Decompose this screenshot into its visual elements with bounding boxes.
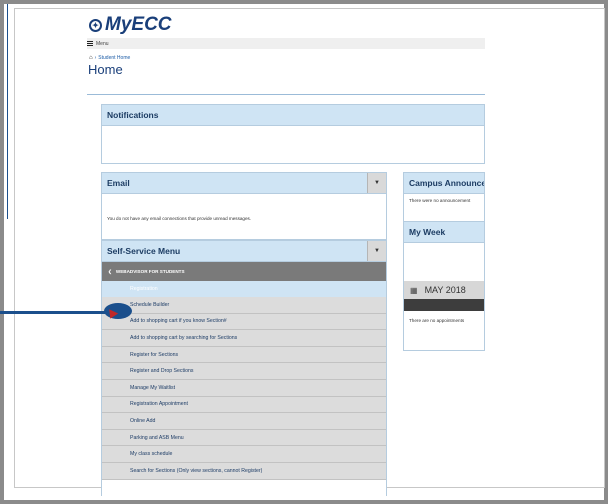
- calendar-icon: ▦: [410, 285, 418, 295]
- seal-icon: ✦: [89, 18, 102, 32]
- menu-item-search-sections[interactable]: Search for Sections (Only view sections,…: [102, 463, 386, 480]
- breadcrumb-separator-icon: ›: [94, 55, 97, 61]
- calendar-month: MAY 2018: [424, 285, 466, 295]
- notifications-panel: Notifications: [101, 104, 485, 164]
- self-service-menu-list: Registration Schedule Builder Add to sho…: [102, 281, 386, 480]
- menu-label[interactable]: Menu: [96, 41, 109, 47]
- menu-bar[interactable]: Menu: [87, 38, 485, 49]
- home-icon[interactable]: ⌂: [89, 55, 93, 61]
- chevron-left-icon: ❮: [108, 268, 112, 274]
- email-message: You do not have any email connections th…: [107, 216, 252, 221]
- portal-page: ✦ MyECC Menu ⌂ › Student Home Home Notif…: [87, 14, 485, 496]
- email-panel: Email ▼ You do not have any email connec…: [101, 172, 387, 240]
- hamburger-icon[interactable]: [87, 41, 93, 46]
- self-service-panel: Self-Service Menu ▼ ❮ WEBADVISOR FOR STU…: [101, 240, 387, 496]
- my-week-header: My Week: [404, 222, 484, 243]
- email-header: Email ▼: [102, 173, 386, 194]
- annotation-pointer-line: [0, 311, 110, 314]
- menu-item-manage-waitlist[interactable]: Manage My Waitlist: [102, 380, 386, 397]
- self-service-header: Self-Service Menu ▼: [102, 241, 386, 262]
- menu-item-registration-appointment[interactable]: Registration Appointment: [102, 397, 386, 414]
- logo-text: MyECC: [105, 14, 172, 35]
- calendar-day-strip: [404, 299, 484, 311]
- menu-item-register-drop[interactable]: Register and Drop Sections: [102, 363, 386, 380]
- my-week-panel: My Week ▦ MAY 2018 There are no appointm…: [403, 221, 485, 351]
- submenu-back-button[interactable]: ❮ WEBADVISOR FOR STUDENTS: [102, 262, 386, 281]
- menu-item-registration[interactable]: Registration: [102, 281, 386, 297]
- menu-item-online-add[interactable]: Online Add: [102, 413, 386, 430]
- my-week-message: There are no appointments: [409, 318, 465, 323]
- self-service-title: Self-Service Menu: [107, 246, 181, 256]
- notifications-header: Notifications: [102, 105, 484, 126]
- app-logo[interactable]: ✦ MyECC: [89, 14, 172, 36]
- calendar-month-bar: ▦ MAY 2018: [404, 281, 484, 299]
- email-title: Email: [107, 178, 130, 188]
- breadcrumb-student-home[interactable]: Student Home: [98, 55, 130, 61]
- campus-announcements-header: Campus Announcem: [404, 173, 484, 194]
- campus-announcements-panel: Campus Announcem There were no announcem…: [403, 172, 485, 224]
- menu-item-class-schedule[interactable]: My class schedule: [102, 446, 386, 463]
- menu-item-add-cart-search[interactable]: Add to shopping cart by searching for Se…: [102, 330, 386, 347]
- menu-item-register-sections[interactable]: Register for Sections: [102, 347, 386, 364]
- submenu-title: WEBADVISOR FOR STUDENTS: [115, 269, 185, 274]
- campus-announcements-message: There were no announcement: [409, 198, 471, 203]
- title-divider: [87, 94, 485, 95]
- campus-announcements-title: Campus Announcem: [409, 178, 484, 188]
- page-title: Home: [88, 62, 123, 77]
- left-accent-line: [7, 4, 8, 219]
- self-service-collapse-button[interactable]: ▼: [367, 241, 386, 261]
- email-collapse-button[interactable]: ▼: [367, 173, 386, 193]
- my-week-title: My Week: [409, 227, 446, 237]
- menu-item-schedule-builder[interactable]: Schedule Builder: [102, 297, 386, 314]
- breadcrumb: ⌂ › Student Home: [89, 55, 130, 61]
- menu-item-parking-asb[interactable]: Parking and ASB Menu: [102, 430, 386, 447]
- notifications-title: Notifications: [107, 110, 159, 120]
- menu-item-add-cart-section[interactable]: Add to shopping cart if you know Section…: [102, 314, 386, 331]
